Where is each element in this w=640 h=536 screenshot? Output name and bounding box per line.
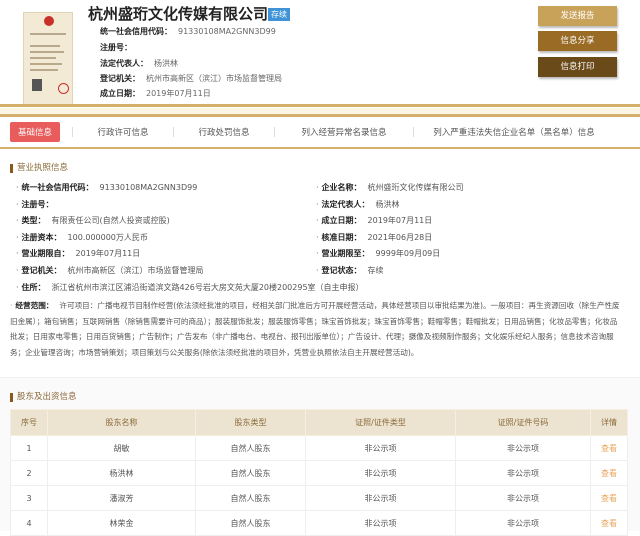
table-row: 3 潘淑芳 自然人股东 非公示项 非公示项 查看 — [10, 485, 628, 511]
col-detail: 详情 — [590, 409, 628, 436]
table-cell: 林荣金 — [47, 510, 196, 536]
field-left-0: · 统一社会信用代码： 91330108MA2GNN3D99 — [16, 183, 198, 192]
view-detail-link[interactable]: 查看 — [590, 435, 628, 461]
field-business-scope: · 经营范围： 许可项目：广播电视节目制作经营(依法须经批准的项目，经相关部门批准后… — [10, 301, 620, 357]
col-type: 股东类型 — [195, 409, 306, 436]
table-cell: 1 — [10, 435, 48, 461]
col-index: 序号 — [10, 409, 48, 436]
col-cert-no: 证照/证件号码 — [455, 409, 591, 436]
table-cell: 非公示项 — [305, 435, 456, 461]
tab-admin-license[interactable]: 行政许可信息 — [73, 126, 173, 138]
tab-basic-info[interactable]: 基础信息 — [10, 122, 61, 142]
view-detail-link[interactable]: 查看 — [590, 510, 628, 536]
section-title-shareholders: 股东及出资信息 — [10, 393, 77, 402]
tab-admin-penalty[interactable]: 行政处罚信息 — [174, 126, 274, 138]
divider — [0, 104, 640, 107]
emblem-icon — [44, 16, 54, 26]
shareholder-table: 序号 股东名称 股东类型 证照/证件类型 证照/证件号码 详情 1 胡敏 自然人股东… — [10, 409, 628, 536]
table-row: 1 胡敏 自然人股东 非公示项 非公示项 查看 — [10, 435, 628, 461]
print-info-button[interactable]: 信息打印 — [538, 57, 617, 77]
header-reg-no: 注册号： — [100, 43, 132, 52]
col-cert-type: 证照/证件类型 — [305, 409, 456, 436]
section-title-license: 营业执照信息 — [10, 164, 68, 173]
table-cell: 潘淑芳 — [47, 485, 196, 511]
field-address: · 住所： 浙江省杭州市滨江区浦沿街道滨文路426号岩大房文苑大厦20楼200295… — [16, 283, 364, 292]
field-left-4: · 营业期限自： 2019年07月11日 — [16, 249, 141, 258]
field-right-5: · 登记状态： 存续 — [316, 265, 384, 275]
table-cell: 非公示项 — [455, 485, 591, 511]
col-name: 股东名称 — [47, 409, 196, 436]
header-founded: 成立日期： 2019年07月11日 — [100, 89, 211, 98]
table-cell: 4 — [10, 510, 48, 536]
field-right-2: · 成立日期： 2019年07月11日 — [316, 216, 433, 225]
table-cell: 2 — [10, 460, 48, 486]
table-cell: 非公示项 — [455, 460, 591, 486]
header-legal-rep: 法定代表人： 杨洪林 — [100, 59, 178, 68]
table-cell: 非公示项 — [305, 460, 456, 486]
tab-abnormal-list[interactable]: 列入经营异常名录信息 — [275, 126, 413, 138]
field-left-3: · 注册资本： 100.000000万人民币 — [16, 232, 148, 242]
view-detail-link[interactable]: 查看 — [590, 460, 628, 486]
table-row: 4 林荣金 自然人股东 非公示项 非公示项 查看 — [10, 510, 628, 536]
table-cell: 非公示项 — [305, 485, 456, 511]
table-cell: 自然人股东 — [195, 435, 306, 461]
table-cell: 非公示项 — [455, 510, 591, 536]
header-credit-code: 统一社会信用代码： 91330108MA2GNN3D99 — [100, 27, 276, 36]
qr-code-icon — [32, 79, 42, 91]
field-left-2: · 类型： 有限责任公司(自然人投资或控股) — [16, 216, 170, 225]
send-report-button[interactable]: 发送报告 — [538, 6, 617, 26]
table-cell: 自然人股东 — [195, 485, 306, 511]
field-right-4: · 营业期限至： 9999年09月09日 — [316, 249, 441, 258]
field-right-3: · 核准日期： 2021年06月28日 — [316, 232, 433, 242]
tab-bar: 基础信息 行政许可信息 行政处罚信息 列入经营异常名录信息 列入严重违法失信企业… — [0, 119, 640, 145]
view-detail-link[interactable]: 查看 — [590, 485, 628, 511]
table-cell: 自然人股东 — [195, 460, 306, 486]
table-cell: 非公示项 — [305, 510, 456, 536]
table-cell: 3 — [10, 485, 48, 511]
tab-blacklist[interactable]: 列入严重违法失信企业名单（黑名单）信息 — [414, 126, 614, 138]
field-left-1: · 注册号： — [16, 199, 54, 209]
company-name: 杭州盛珩文化传媒有限公司 — [88, 5, 269, 23]
divider — [0, 114, 640, 117]
divider — [0, 147, 640, 149]
seal-icon — [58, 83, 69, 94]
share-info-button[interactable]: 信息分享 — [538, 31, 617, 51]
business-license-thumbnail[interactable] — [23, 12, 73, 105]
field-right-1: · 法定代表人： 杨洪林 — [316, 199, 400, 209]
field-left-5: · 登记机关： 杭州市高新区（滨江）市场监督管理局 — [16, 265, 204, 275]
table-row: 2 杨洪林 自然人股东 非公示项 非公示项 查看 — [10, 460, 628, 486]
table-cell: 杨洪林 — [47, 460, 196, 486]
table-cell: 胡敏 — [47, 435, 196, 461]
table-cell: 非公示项 — [455, 435, 591, 461]
status-badge: 存续 — [268, 8, 290, 21]
header-authority: 登记机关： 杭州市高新区（滨江）市场监督管理局 — [100, 74, 282, 83]
table-cell: 自然人股东 — [195, 510, 306, 536]
field-right-0: · 企业名称： 杭州盛珩文化传媒有限公司 — [316, 183, 464, 192]
